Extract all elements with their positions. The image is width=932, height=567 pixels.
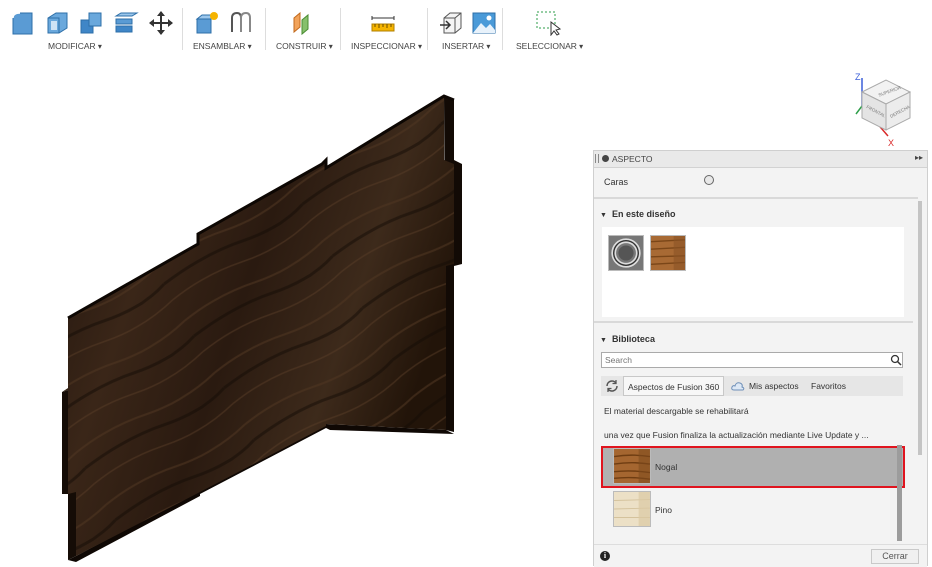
inspect-menu[interactable]: INSPECCIONAR xyxy=(351,41,422,51)
measure-icon[interactable] xyxy=(370,10,396,36)
panel-footer: i Cerrar xyxy=(594,544,927,567)
info-icon[interactable]: i xyxy=(600,551,610,561)
insert-canvas-icon[interactable] xyxy=(471,10,497,36)
shell-icon[interactable] xyxy=(44,10,70,36)
viewcube[interactable]: Z X SUPERIOR FRONTAL DERECHA xyxy=(848,70,918,148)
library-header[interactable]: Biblioteca xyxy=(600,334,655,344)
search-icon[interactable] xyxy=(890,354,902,366)
material-name: Pino xyxy=(655,505,673,515)
panel-title: ASPECTO xyxy=(612,154,653,164)
cloud-icon xyxy=(731,382,745,391)
toolbar-separator xyxy=(265,8,266,50)
wood-board-model[interactable] xyxy=(0,54,600,566)
toolbar-separator xyxy=(340,8,341,50)
tab-favorites[interactable]: Favoritos xyxy=(807,376,850,396)
expand-panel-icon[interactable]: ▸▸ xyxy=(915,153,923,162)
search-input[interactable] xyxy=(601,352,903,368)
viewcube-axis-z: Z xyxy=(855,72,861,82)
materials-list: Nogal Pino xyxy=(601,445,905,541)
chrome-material-swatch[interactable] xyxy=(608,235,644,271)
download-message-line2: una vez que Fusion finaliza la actualiza… xyxy=(604,430,869,440)
joint-icon[interactable] xyxy=(228,10,254,36)
refresh-icon[interactable] xyxy=(605,379,619,393)
panel-status-icon xyxy=(602,155,609,162)
section-divider xyxy=(594,197,918,199)
in-this-design-header[interactable]: En este diseño xyxy=(600,209,676,219)
toolbar-separator xyxy=(182,8,183,50)
download-message-line1: El material descargable se rehabilitará xyxy=(604,406,749,416)
list-scrollbar[interactable] xyxy=(897,445,902,541)
selection-highlight xyxy=(601,446,905,488)
faces-label: Caras xyxy=(604,177,629,187)
toolbar: MODIFICAR ENSAMBLAR CONSTRUIR INSPECCION… xyxy=(0,0,932,54)
list-item-pino[interactable]: Pino xyxy=(601,489,905,529)
close-button[interactable]: Cerrar xyxy=(871,549,919,564)
modify-menu[interactable]: MODIFICAR xyxy=(48,41,102,51)
tab-my-appearances[interactable]: Mis aspectos xyxy=(745,376,803,396)
pino-thumbnail xyxy=(613,491,651,527)
select-menu[interactable]: SELECCIONAR xyxy=(516,41,583,51)
design-appearances-box xyxy=(602,227,904,317)
section-divider xyxy=(594,321,918,323)
insert-menu[interactable]: INSERTAR xyxy=(442,41,490,51)
construct-menu[interactable]: CONSTRUIR xyxy=(276,41,333,51)
insert-derive-icon[interactable] xyxy=(438,10,464,36)
move-icon[interactable] xyxy=(148,10,174,36)
fillet-icon[interactable] xyxy=(10,10,36,36)
viewcube-axis-x: X xyxy=(888,138,894,148)
library-tabs: Aspectos de Fusion 360 Mis aspectos Favo… xyxy=(601,376,903,396)
combine-icon[interactable] xyxy=(78,10,104,36)
walnut-material-swatch[interactable] xyxy=(650,235,686,271)
toolbar-separator xyxy=(502,8,503,50)
list-item-nogal[interactable]: Nogal xyxy=(601,446,905,488)
panel-scrollbar[interactable] xyxy=(918,201,922,455)
window-select-icon[interactable] xyxy=(535,10,561,36)
panel-grip-handle[interactable] xyxy=(595,154,599,163)
faces-radio[interactable] xyxy=(704,175,714,185)
new-component-icon[interactable] xyxy=(194,10,220,36)
tab-fusion-appearances[interactable]: Aspectos de Fusion 360 xyxy=(623,376,725,396)
appearance-panel: ASPECTO ▸▸ Caras En este diseño Bibliote… xyxy=(593,150,928,567)
toolbar-separator xyxy=(427,8,428,50)
assemble-menu[interactable]: ENSAMBLAR xyxy=(193,41,252,51)
panel-header[interactable]: ASPECTO ▸▸ xyxy=(594,151,927,168)
split-face-icon[interactable] xyxy=(113,10,139,36)
offset-plane-icon[interactable] xyxy=(290,10,316,36)
